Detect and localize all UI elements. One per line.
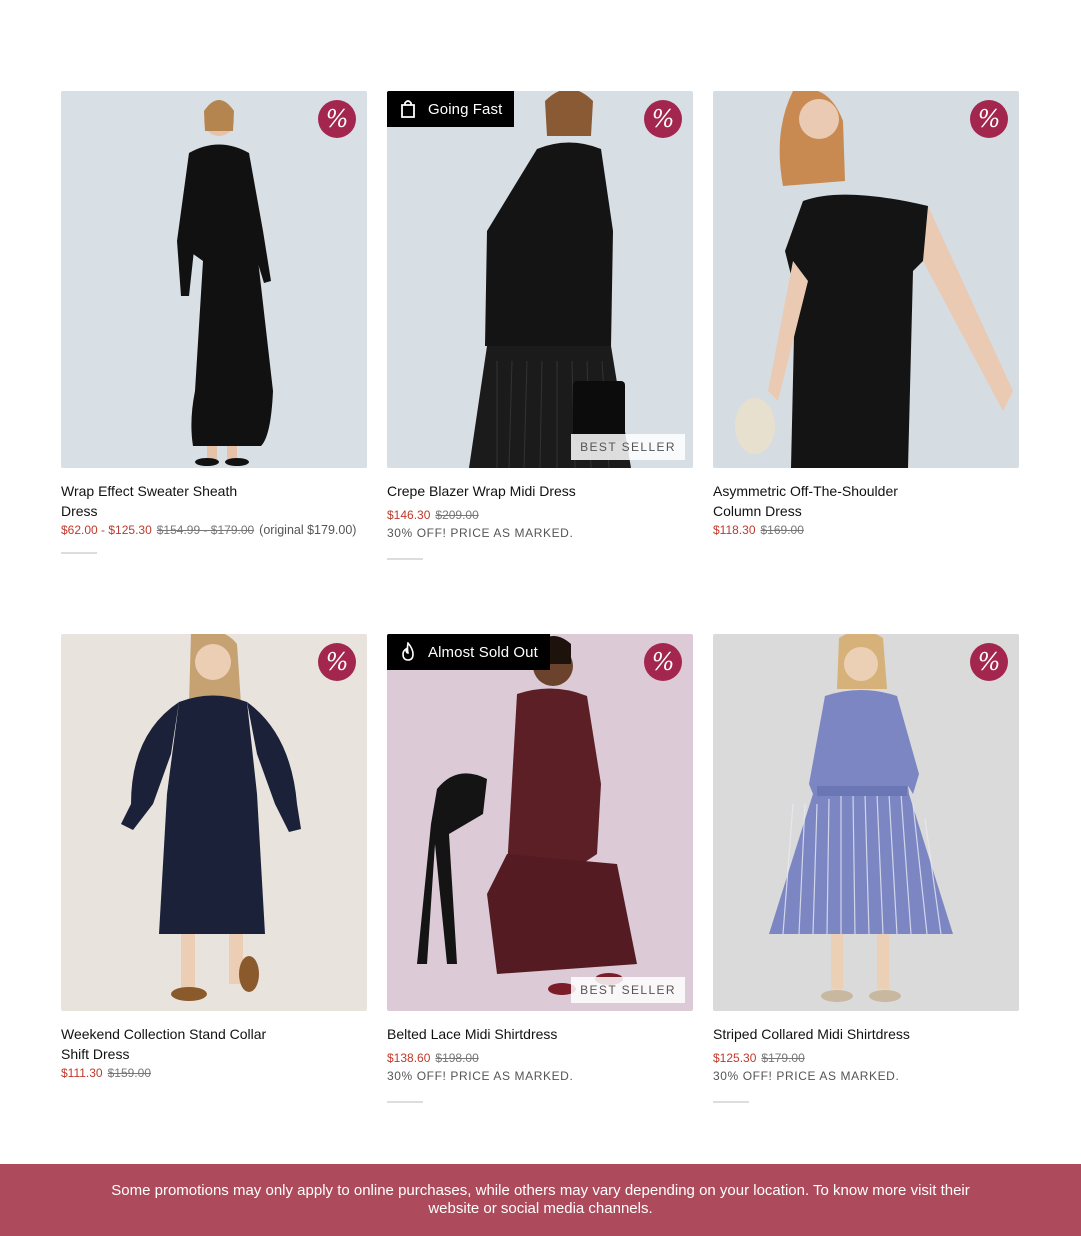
sale-price: $125.30 [713,1051,757,1065]
product-card[interactable]: % Weekend Collection Stand Collar Shift … [61,634,367,1081]
product-image[interactable]: % [713,91,1019,468]
original-price: $209.00 [435,508,479,522]
product-image[interactable]: % [61,634,367,1011]
product-price: $62.00 - $125.30 $154.99 - $179.00 (origin… [61,522,367,538]
product-card[interactable]: % Striped Collared Midi Shirtdress $125.… [713,634,1019,1103]
promo-text: 30% OFF! PRICE AS MARKED. [713,1069,900,1083]
sale-price: $138.60 [387,1051,431,1065]
sale-percent-icon: % [970,100,1008,138]
original-price: $154.99 - $179.00 [156,523,255,537]
sale-price: $118.30 [713,523,756,537]
price-note: (original $179.00) [259,523,357,537]
sale-price: $62.00 - $125.30 [61,523,152,537]
going-fast-flag: Going Fast [387,91,515,127]
product-card[interactable]: % Asymmetric Off-The-Shoulder Column Dre… [713,91,1019,538]
promo-text: 30% OFF! PRICE AS MARKED. [387,526,574,540]
product-price: $118.30 $169.00 [713,522,1019,538]
product-name[interactable]: Weekend Collection Stand Collar Shift Dr… [61,1024,291,1064]
product-image[interactable]: % [713,634,1019,1011]
flag-label: Almost Sold Out [428,643,538,661]
best-seller-badge: BEST SELLER [571,434,685,460]
banner-text: Some promotions may only apply to online… [111,1182,970,1217]
sale-percent-icon: % [318,100,356,138]
promotions-disclaimer-banner: Some promotions may only apply to online… [0,1164,1081,1236]
product-card[interactable]: Almost Sold Out % BEST SELLER Belted Lac… [387,634,693,1103]
sale-percent-icon: % [970,643,1008,681]
sale-percent-icon: % [644,100,682,138]
best-seller-badge: BEST SELLER [571,977,685,1003]
model-photo [387,91,693,468]
swatch-placeholder [61,552,97,554]
sale-price: $111.30 [61,1066,103,1080]
promo-text: 30% OFF! PRICE AS MARKED. [387,1069,574,1083]
product-name[interactable]: Belted Lace Midi Shirtdress [387,1024,687,1044]
product-image[interactable]: Going Fast % BEST SELLER [387,91,693,468]
model-photo [387,634,693,1011]
original-price: $198.00 [435,1051,479,1065]
product-card[interactable]: % Wrap Effect Sweater Sheath Dress $62.0… [61,91,367,554]
product-card[interactable]: Going Fast % BEST SELLER Crepe Blazer Wr… [387,91,693,560]
original-price: $179.00 [761,1051,805,1065]
original-price: $159.00 [107,1066,151,1080]
product-name[interactable]: Crepe Blazer Wrap Midi Dress [387,481,687,501]
model-photo [61,634,367,1011]
almost-sold-out-flag: Almost Sold Out [387,634,550,670]
original-price: $169.00 [760,523,804,537]
product-name[interactable]: Striped Collared Midi Shirtdress [713,1024,1013,1044]
product-name[interactable]: Wrap Effect Sweater Sheath Dress [61,481,261,521]
flag-label: Going Fast [428,100,503,118]
product-price: $146.30 $209.00 [387,507,693,523]
product-image[interactable]: Almost Sold Out % BEST SELLER [387,634,693,1011]
product-price: $111.30 $159.00 [61,1065,367,1081]
sale-percent-icon: % [318,643,356,681]
sale-price: $146.30 [387,508,431,522]
model-photo [713,91,1019,468]
product-image[interactable]: % [61,91,367,468]
swatch-placeholder [713,1101,749,1103]
product-price: $138.60 $198.00 [387,1050,693,1066]
product-name[interactable]: Asymmetric Off-The-Shoulder Column Dress [713,481,913,521]
swatch-placeholder [387,558,423,560]
shopping-bag-icon [401,100,415,118]
model-photo [713,634,1019,1011]
product-price: $125.30 $179.00 [713,1050,1019,1066]
model-photo [61,91,367,468]
swatch-placeholder [387,1101,423,1103]
flame-icon [402,642,414,661]
sale-percent-icon: % [644,643,682,681]
